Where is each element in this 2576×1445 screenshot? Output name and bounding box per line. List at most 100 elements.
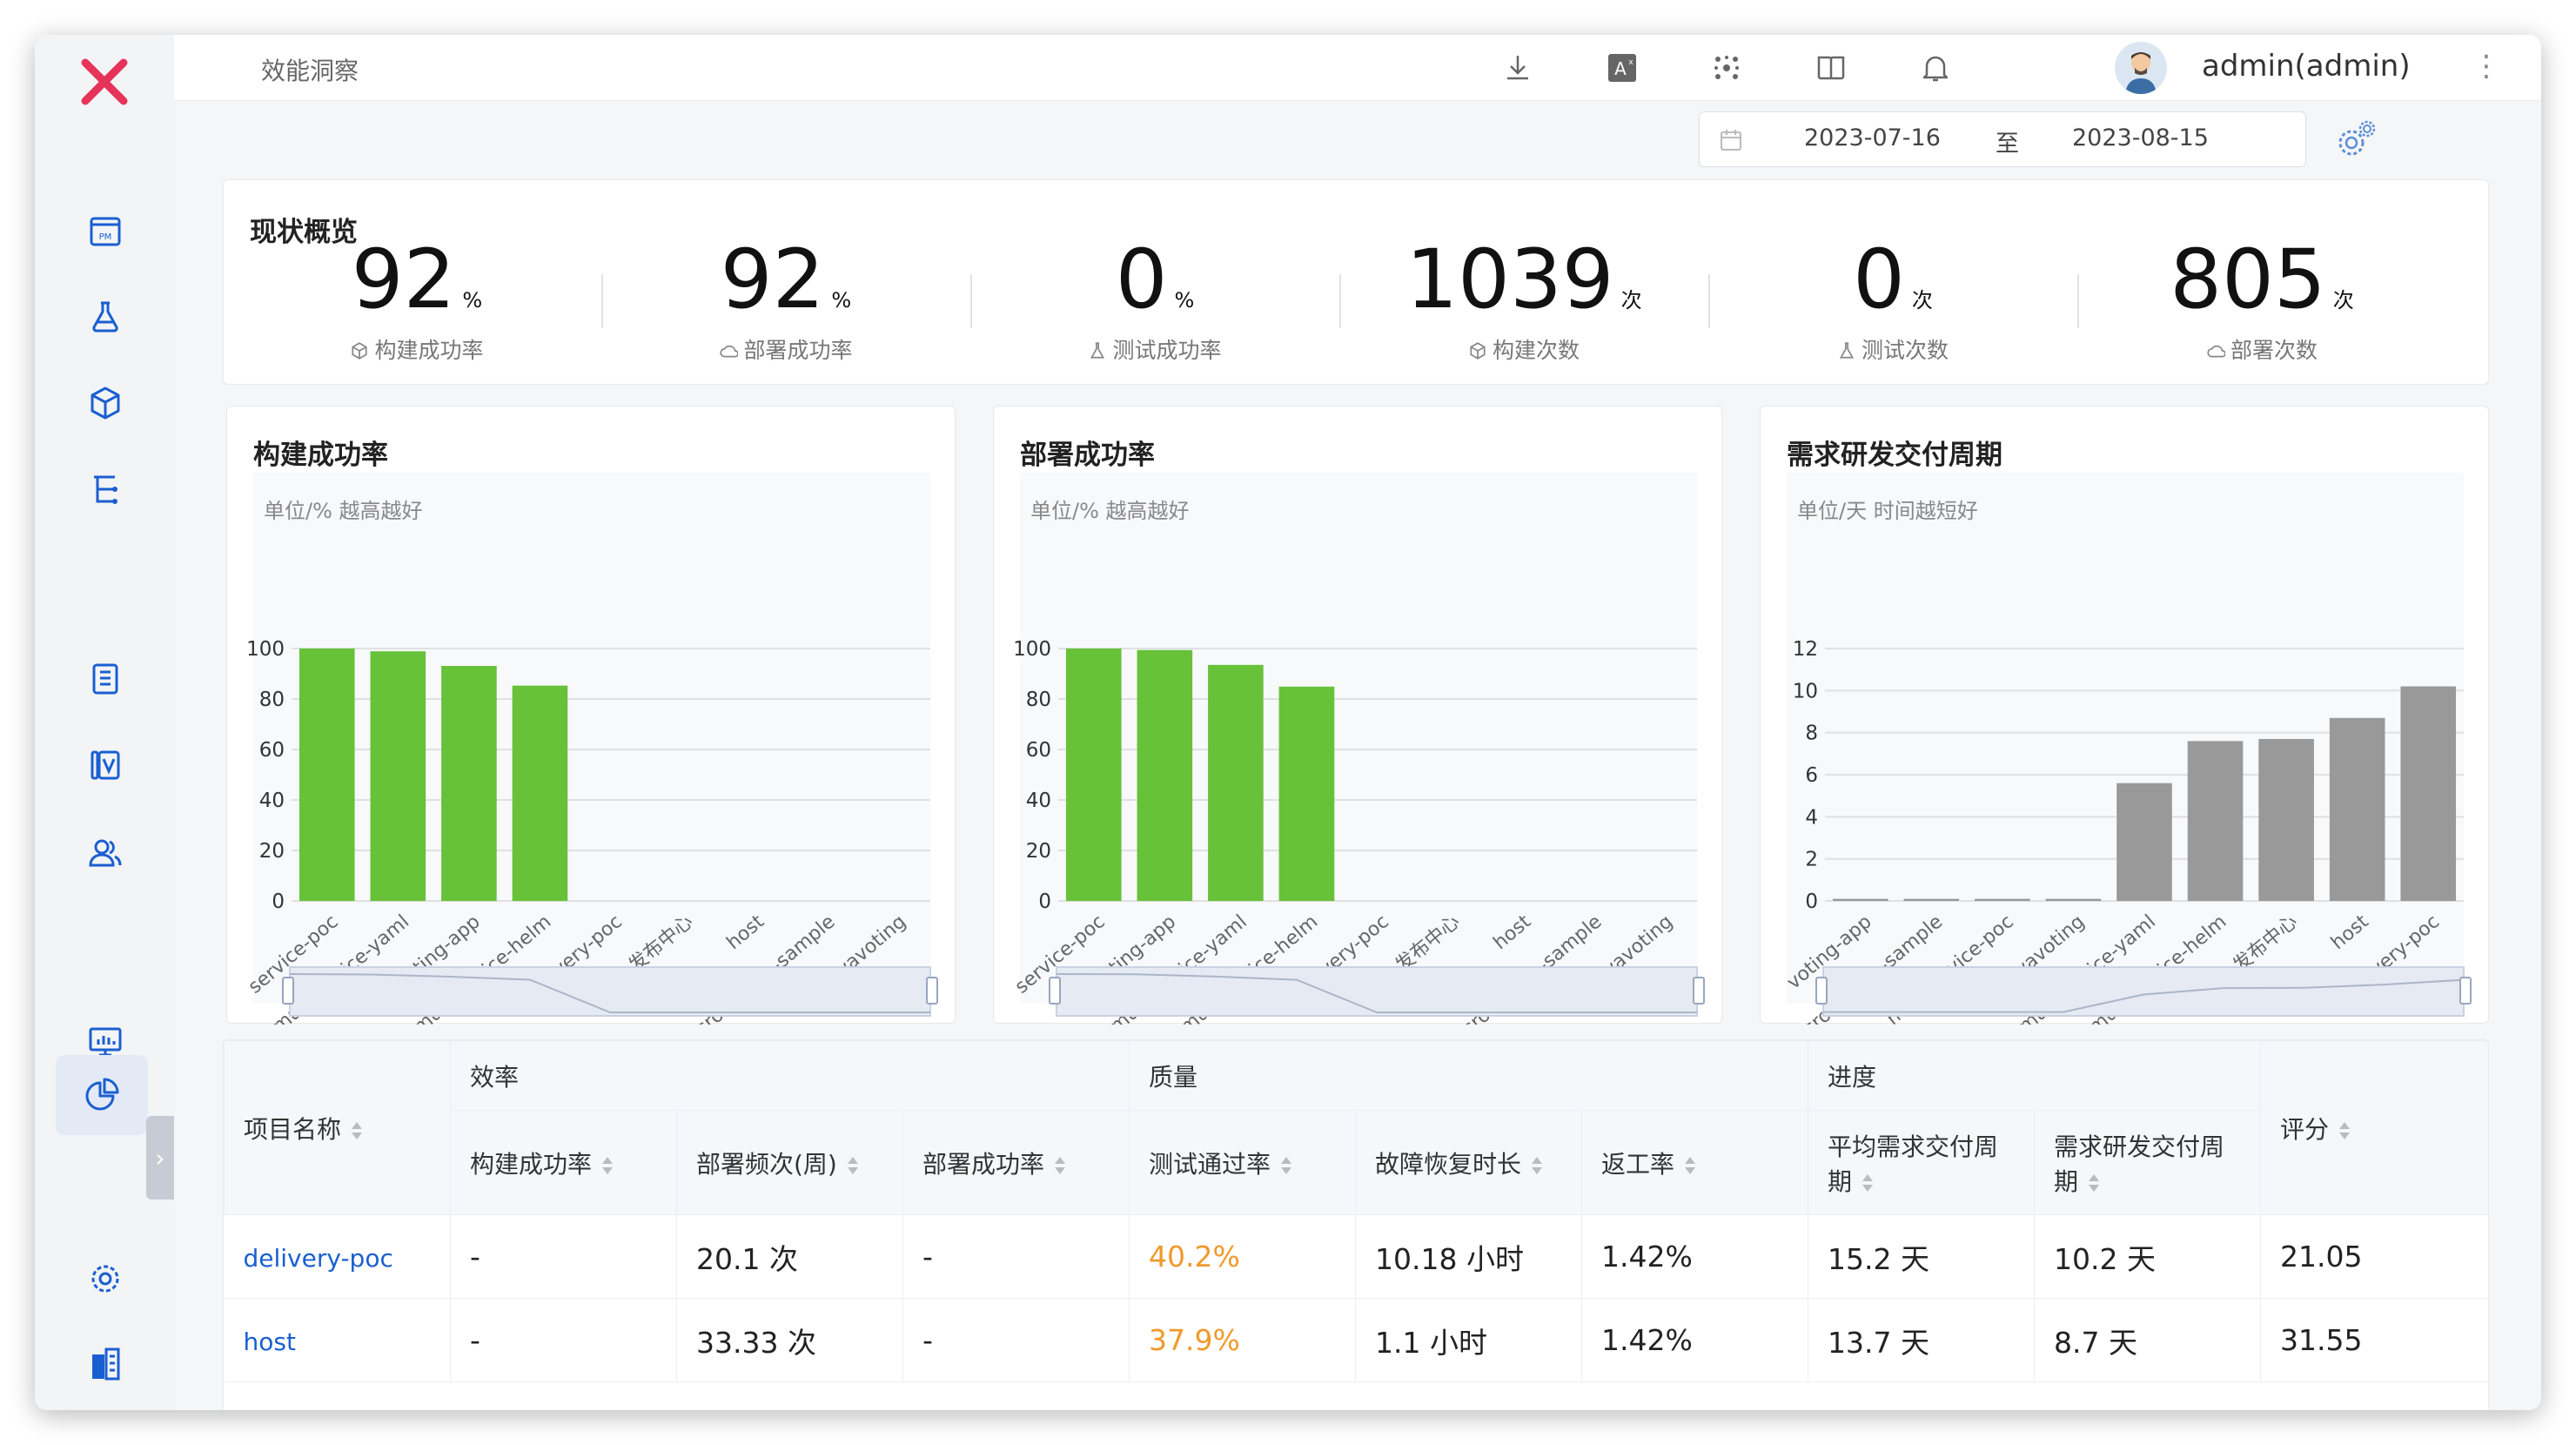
delivery-cycle-chart-card: 需求研发交付周期 单位/天 时间越短好024681012voting-appmi… (1760, 406, 2489, 1025)
bar (1208, 664, 1264, 901)
metric-cell: 37.9% (1129, 1298, 1356, 1382)
sort-icon[interactable] (600, 1155, 614, 1176)
book-icon[interactable] (1810, 47, 1852, 89)
project-icon[interactable]: PM (78, 205, 132, 259)
sort-icon[interactable] (846, 1155, 860, 1176)
stat-label: 构建次数 (1492, 338, 1580, 363)
bar (1065, 649, 1122, 901)
bell-icon[interactable] (1915, 47, 1956, 89)
col-project-label: 项目名称 (244, 1114, 342, 1144)
sort-icon[interactable] (1279, 1155, 1293, 1176)
start-date[interactable]: 2023-07-16 (1804, 124, 1941, 151)
stat-label: 部署成功率 (743, 338, 853, 363)
zoom-handle-right[interactable] (1693, 977, 1705, 1005)
end-date[interactable]: 2023-08-15 (2072, 124, 2209, 151)
sort-icon[interactable] (2087, 1173, 2101, 1193)
metric-cell: 10.2 天 (2034, 1214, 2262, 1299)
stat-3: 1039 次 构建次数 (1339, 232, 1708, 372)
col-header[interactable]: 测试通过率 (1129, 1110, 1356, 1215)
zoom-handle-right[interactable] (926, 977, 938, 1005)
date-range-picker[interactable]: 2023-07-16 至 2023-08-15 (1699, 111, 2306, 167)
project-link[interactable]: delivery-poc (244, 1244, 393, 1273)
config-gear-icon[interactable] (2332, 117, 2379, 164)
col-score[interactable]: 评分 (2260, 1040, 2488, 1215)
y-tick-label: 20 (1026, 840, 1051, 863)
col-header-label: 返工率 (1601, 1149, 1675, 1179)
sort-icon[interactable] (350, 1120, 364, 1141)
col-header-label: 故障恢复时长 (1375, 1149, 1522, 1179)
sort-icon[interactable] (1053, 1155, 1067, 1176)
table-row: delivery-poc -20.1 次 -40.2% 10.18 小时 1.42% 15… (224, 1214, 2488, 1299)
y-tick-label: 100 (1013, 638, 1051, 661)
zoom-handle-left[interactable] (1815, 977, 1828, 1005)
col-header[interactable]: 平均需求交付周期 (1808, 1110, 2035, 1215)
cube-icon (1470, 342, 1486, 360)
app-window: PM › 效能洞察 Ax admin(admin) ⋮ 2023-07-16 至… (35, 35, 2541, 1410)
more-menu-icon[interactable]: ⋮ (2472, 49, 2501, 84)
logo-icon[interactable] (77, 54, 132, 110)
metric-cell: 1.42% (1581, 1214, 1808, 1299)
topbar: 效能洞察 Ax admin(admin) ⋮ (174, 35, 2541, 101)
sort-icon[interactable] (2338, 1120, 2351, 1141)
stat-2: 0% 测试成功率 (970, 232, 1339, 372)
download-icon[interactable] (1497, 47, 1539, 89)
chart-subtitle: 单位/% 越高越好 (264, 499, 423, 523)
svg-text:A: A (1614, 58, 1627, 79)
cloud-icon (2207, 345, 2226, 358)
metric-cell: - (450, 1298, 677, 1382)
insight-pie-icon[interactable] (56, 1055, 148, 1135)
sort-icon[interactable] (1861, 1173, 1875, 1193)
building-icon[interactable] (78, 1337, 132, 1391)
workflow-icon[interactable] (78, 463, 132, 517)
stat-value-row: 1039 次 (1339, 232, 1708, 328)
stat-4: 0次 测试次数 (1708, 232, 2077, 372)
stat-label: 部署次数 (2230, 338, 2318, 363)
sidebar: PM › (35, 35, 174, 1410)
settings-gear-icon[interactable] (78, 1252, 132, 1306)
stat-0: 92% 构建成功率 (232, 232, 601, 372)
col-project-name[interactable]: 项目名称 (224, 1040, 451, 1215)
metric-cell: - (902, 1214, 1130, 1299)
sort-icon[interactable] (1683, 1155, 1697, 1176)
zoom-handle-left[interactable] (282, 977, 294, 1005)
users-icon[interactable] (78, 825, 132, 879)
col-header[interactable]: 构建成功率 (450, 1110, 677, 1215)
col-header-label: 部署成功率 (922, 1149, 1045, 1179)
col-header-label: 需求研发交付周期 (2054, 1132, 2225, 1196)
col-header-label: 测试通过率 (1149, 1149, 1271, 1179)
test-flask-icon[interactable] (78, 289, 132, 343)
zoom-handle-left[interactable] (1049, 977, 1061, 1005)
col-header[interactable]: 故障恢复时长 (1355, 1110, 1582, 1215)
cube-icon (352, 342, 368, 360)
col-header[interactable]: 返工率 (1581, 1110, 1808, 1215)
stat-1: 92% 部署成功率 (601, 232, 970, 372)
translate-icon[interactable]: Ax (1601, 47, 1643, 89)
collapse-sidebar-button[interactable]: › (146, 1116, 174, 1200)
stat-unit: 次 (1620, 288, 1642, 313)
deploy-success-chart: 单位/% 越高越好020406080100service-pocvoting-a… (1011, 473, 1705, 1025)
group-efficiency: 效率 (450, 1040, 1130, 1111)
stat-label-row: 构建次数 (1339, 333, 1708, 365)
y-tick-label: 0 (272, 891, 285, 913)
col-header[interactable]: 部署成功率 (902, 1110, 1130, 1215)
apps-dots-icon[interactable] (1706, 47, 1748, 89)
metric-cell: 20.1 次 (676, 1214, 903, 1299)
zoom-handle-right[interactable] (2459, 977, 2472, 1005)
build-success-chart: 单位/% 越高越好020406080100service-pocmultiser… (245, 473, 938, 1025)
project-link[interactable]: host (244, 1327, 296, 1356)
stat-divider (1708, 274, 1710, 328)
stat-value: 0 (1115, 232, 1168, 327)
y-tick-label: 100 (246, 638, 285, 661)
clipboard-icon[interactable] (78, 651, 132, 705)
stat-unit: % (462, 288, 483, 313)
user-name[interactable]: admin(admin) (2202, 49, 2411, 84)
package-icon[interactable] (78, 376, 132, 430)
sort-icon[interactable] (1530, 1155, 1544, 1176)
col-header[interactable]: 部署频次(周) (676, 1110, 903, 1215)
col-header-label: 构建成功率 (470, 1149, 593, 1179)
stat-value: 92 (351, 232, 456, 327)
col-header[interactable]: 需求研发交付周期 (2033, 1110, 2262, 1215)
stat-divider (2077, 274, 2079, 328)
version-icon[interactable] (78, 738, 132, 792)
avatar[interactable] (2115, 42, 2167, 94)
